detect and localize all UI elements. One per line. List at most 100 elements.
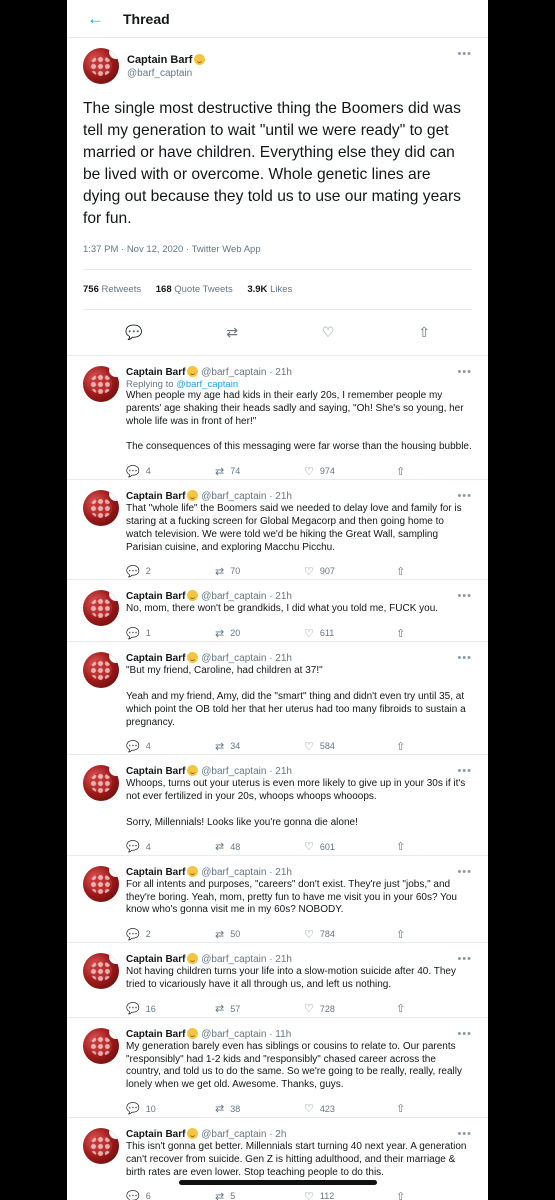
avatar[interactable] [83,865,119,902]
arrow-left-icon[interactable]: ← [87,9,123,29]
retweet-button[interactable]: ⇄ 5 [215,1190,304,1200]
avatar[interactable] [83,953,119,990]
retweet-button[interactable]: ⇄ 48 [215,840,304,853]
more-options-icon[interactable]: ••• [457,1128,472,1140]
retweet-button[interactable]: ⇄ 38 [215,1102,304,1115]
reply-button[interactable]: 💬 16 [126,1002,215,1015]
retweet-icon[interactable]: ⇄ [226,324,238,341]
retweet-button[interactable]: ⇄ 70 [215,565,304,578]
more-options-icon[interactable]: ••• [457,1028,472,1040]
retweets-label[interactable]: Retweets [102,284,142,295]
more-options-icon[interactable]: ••• [457,590,472,602]
avatar[interactable] [83,490,119,527]
author-handle-time[interactable]: @barf_captain · 21h [201,367,292,378]
reply-button[interactable]: 💬 2 [126,928,215,941]
share-button[interactable]: ⇧ [396,1190,405,1200]
reply-tweet[interactable]: ••• Captain Barf @barf_captain · 11h My … [67,1018,488,1118]
author-name[interactable]: Captain Barf [126,591,185,602]
reply-tweet[interactable]: ••• Captain Barf @barf_captain · 21h Not… [67,943,488,1018]
more-options-icon[interactable]: ••• [457,953,472,965]
like-button[interactable]: ♡ 584 [304,740,396,753]
share-icon[interactable]: ⇧ [418,324,430,341]
reply-tweet[interactable]: ••• Captain Barf @barf_captain · 21h No,… [67,580,488,643]
author-handle-time[interactable]: @barf_captain · 2h [201,1129,286,1140]
like-button[interactable]: ♡ 423 [304,1102,396,1115]
avatar[interactable] [83,590,119,627]
reply-tweet[interactable]: ••• Captain Barf @barf_captain · 21h Rep… [67,356,488,481]
retweet-button[interactable]: ⇄ 74 [215,465,304,478]
author-name[interactable]: Captain Barf [126,367,185,378]
share-button[interactable]: ⇧ [396,928,405,941]
author-name[interactable]: Captain Barf [126,1029,185,1040]
more-options-icon[interactable]: ••• [457,48,472,60]
like-button[interactable]: ♡ 974 [304,465,396,478]
avatar[interactable] [83,765,119,802]
avatar[interactable] [83,1027,119,1064]
like-button[interactable]: ♡ 601 [304,840,396,853]
author-handle-time[interactable]: @barf_captain · 21h [201,491,292,502]
reply-button[interactable]: 💬 4 [126,840,215,853]
tweet-timestamp[interactable]: 1:37 PM · Nov 12, 2020 · Twitter Web App [83,244,472,270]
like-button[interactable]: ♡ 112 [304,1190,396,1200]
reply-icon[interactable]: 💬 [125,324,142,341]
avatar[interactable] [83,1127,119,1164]
like-button[interactable]: ♡ 611 [304,627,396,640]
main-tweet[interactable]: Captain Barf @barf_captain ••• The singl… [67,38,488,356]
author-name[interactable]: Captain Barf [126,954,185,965]
author-name[interactable]: Captain Barf [127,54,192,66]
avatar[interactable] [83,48,119,84]
retweet-button[interactable]: ⇄ 20 [215,627,304,640]
author-name[interactable]: Captain Barf [126,867,185,878]
reply-tweet[interactable]: ••• Captain Barf @barf_captain · 2h This… [67,1118,488,1200]
quotes-label[interactable]: Quote Tweets [174,284,232,295]
avatar[interactable] [83,652,119,689]
reply-button[interactable]: 💬 2 [126,565,215,578]
replying-to-link[interactable]: @barf_captain [176,379,238,390]
like-count[interactable]: 3.9K [247,284,267,295]
share-button[interactable]: ⇧ [396,1002,405,1015]
more-options-icon[interactable]: ••• [457,490,472,502]
share-button[interactable]: ⇧ [396,840,405,853]
reply-tweet[interactable]: ••• Captain Barf @barf_captain · 21h Who… [67,755,488,856]
retweet-count[interactable]: 756 [83,284,99,295]
author-name[interactable]: Captain Barf [126,766,185,777]
more-options-icon[interactable]: ••• [457,652,472,664]
author-handle-time[interactable]: @barf_captain · 11h [201,1029,291,1040]
author-handle[interactable]: @barf_captain [127,67,205,81]
more-options-icon[interactable]: ••• [457,765,472,777]
author-name[interactable]: Captain Barf [126,1129,185,1140]
author-handle-time[interactable]: @barf_captain · 21h [201,766,292,777]
retweet-button[interactable]: ⇄ 34 [215,740,304,753]
author-handle-time[interactable]: @barf_captain · 21h [201,653,292,664]
author-handle-time[interactable]: @barf_captain · 21h [201,954,292,965]
like-button[interactable]: ♡ 728 [304,1002,396,1015]
reply-tweet[interactable]: ••• Captain Barf @barf_captain · 21h "Bu… [67,642,488,756]
share-button[interactable]: ⇧ [396,740,405,753]
quote-count[interactable]: 168 [156,284,172,295]
reply-tweet[interactable]: ••• Captain Barf @barf_captain · 21h Tha… [67,480,488,581]
like-button[interactable]: ♡ 907 [304,565,396,578]
heart-icon[interactable]: ♡ [322,324,335,341]
author-name[interactable]: Captain Barf [126,491,185,502]
like-button[interactable]: ♡ 784 [304,928,396,941]
more-options-icon[interactable]: ••• [457,366,472,378]
share-button[interactable]: ⇧ [396,565,405,578]
retweet-button[interactable]: ⇄ 57 [215,1002,304,1015]
share-button[interactable]: ⇧ [396,1102,405,1115]
avatar[interactable] [83,366,119,402]
reply-button[interactable]: 💬 1 [126,627,215,640]
share-button[interactable]: ⇧ [396,465,405,478]
author-name[interactable]: Captain Barf [126,653,185,664]
author-handle-time[interactable]: @barf_captain · 21h [201,591,292,602]
home-indicator[interactable] [179,1180,377,1185]
reply-tweet[interactable]: ••• Captain Barf @barf_captain · 21h For… [67,856,488,944]
reply-button[interactable]: 💬 4 [126,465,215,478]
reply-button[interactable]: 💬 4 [126,740,215,753]
reply-button[interactable]: 💬 10 [126,1102,215,1115]
reply-button[interactable]: 💬 6 [126,1190,215,1200]
author-handle-time[interactable]: @barf_captain · 21h [201,867,292,878]
share-button[interactable]: ⇧ [396,627,405,640]
likes-label[interactable]: Likes [270,284,292,295]
more-options-icon[interactable]: ••• [457,866,472,878]
retweet-button[interactable]: ⇄ 50 [215,928,304,941]
